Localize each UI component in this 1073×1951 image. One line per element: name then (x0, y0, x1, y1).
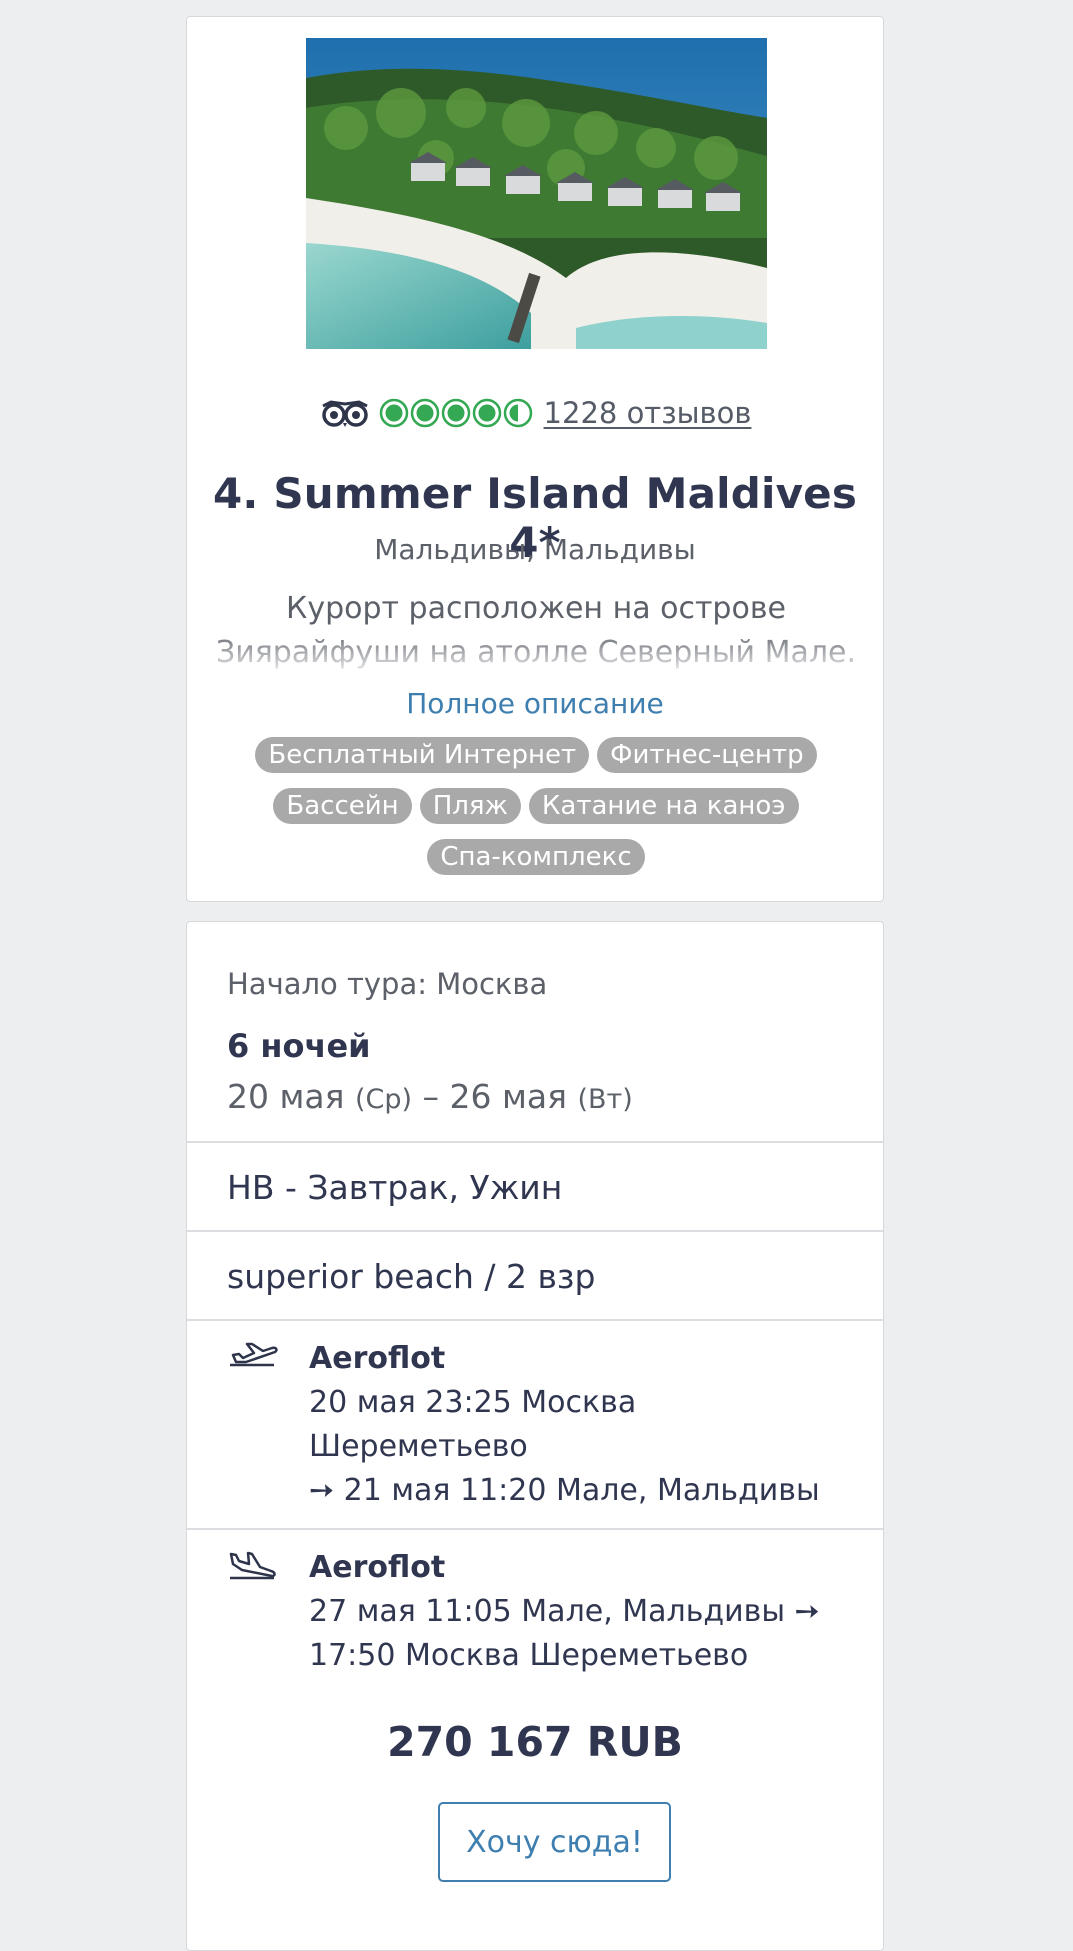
full-description-link[interactable]: Полное описание (187, 687, 883, 720)
tour-start-label: Начало тура: Москва (227, 967, 548, 1001)
rating-bubble (379, 398, 408, 428)
meal-plan: HB - Завтрак, Ужин (227, 1168, 563, 1207)
hotel-description: Курорт расположен на острове Зиярайфуши … (215, 591, 857, 670)
tour-nights: 6 ночей (227, 1027, 371, 1065)
flight-details: 20 мая 23:25 Москва Шереметьево ➙ 21 мая… (309, 1381, 820, 1513)
date-from: 20 мая (227, 1077, 345, 1116)
amenity-tags: Бесплатный Интернет Фитнес-центр Бассейн Пл… (227, 737, 845, 875)
want-here-button[interactable]: Хочу сюда! (438, 1802, 671, 1882)
tour-card: Начало тура: Москва 6 ночей 20 мая (Ср) … (186, 921, 884, 1951)
plane-takeoff-icon (230, 1342, 278, 1367)
rating-bubble (472, 398, 501, 428)
plane-landing-icon (229, 1551, 276, 1580)
date-separator: – (412, 1077, 450, 1116)
divider (187, 1141, 883, 1143)
amenity-tag: Пляж (419, 788, 521, 824)
date-to: 26 мая (449, 1077, 567, 1116)
weekday-from: (Ср) (354, 1084, 413, 1115)
rating-bubble (503, 398, 532, 428)
flight-line: 20 мая 23:25 Москва (309, 1385, 637, 1420)
rating-row: 1228 отзывов (187, 391, 883, 435)
room-type: superior beach / 2 взр (227, 1257, 596, 1296)
rating-bubble (441, 398, 470, 428)
hotel-card: 1228 отзывов 4. Summer Island Maldives 4… (186, 16, 884, 902)
flight-line: ➙ 21 мая 11:20 Мале, Мальдивы (309, 1473, 820, 1508)
hotel-photo-image (306, 38, 767, 349)
divider (187, 1528, 883, 1530)
rating-bubbles (379, 398, 534, 428)
reviews-link[interactable]: 1228 отзывов (544, 396, 752, 430)
hotel-photo[interactable] (306, 38, 767, 349)
amenity-tag: Фитнес-центр (597, 737, 817, 773)
tour-price: 270 167 RUB (387, 1718, 683, 1766)
flight-line: 17:50 Москва Шереметьево (309, 1638, 749, 1673)
flight-line: 27 мая 11:05 Мале, Мальдивы ➙ (309, 1594, 820, 1629)
amenity-tag: Катание на каноэ (528, 788, 799, 824)
rating-bubble (410, 398, 439, 428)
flight-airline: Aeroflot (309, 1341, 446, 1376)
hotel-location: Мальдивы, Мальдивы (374, 533, 696, 566)
amenity-tag: Бассейн (273, 788, 412, 824)
flight-details: 27 мая 11:05 Мале, Мальдивы ➙ 17:50 Моск… (309, 1590, 820, 1678)
divider (187, 1319, 883, 1321)
flight-line: Шереметьево (309, 1429, 528, 1464)
divider (187, 1230, 883, 1232)
amenity-tag: Спа-комплекс (427, 839, 645, 875)
amenity-tag: Бесплатный Интернет (255, 737, 590, 773)
tour-dates: 20 мая (Ср) – 26 мая (Вт) (227, 1077, 633, 1116)
flight-airline: Aeroflot (309, 1550, 446, 1585)
tripadvisor-owl-icon (321, 400, 368, 427)
weekday-to: (Вт) (577, 1084, 633, 1115)
